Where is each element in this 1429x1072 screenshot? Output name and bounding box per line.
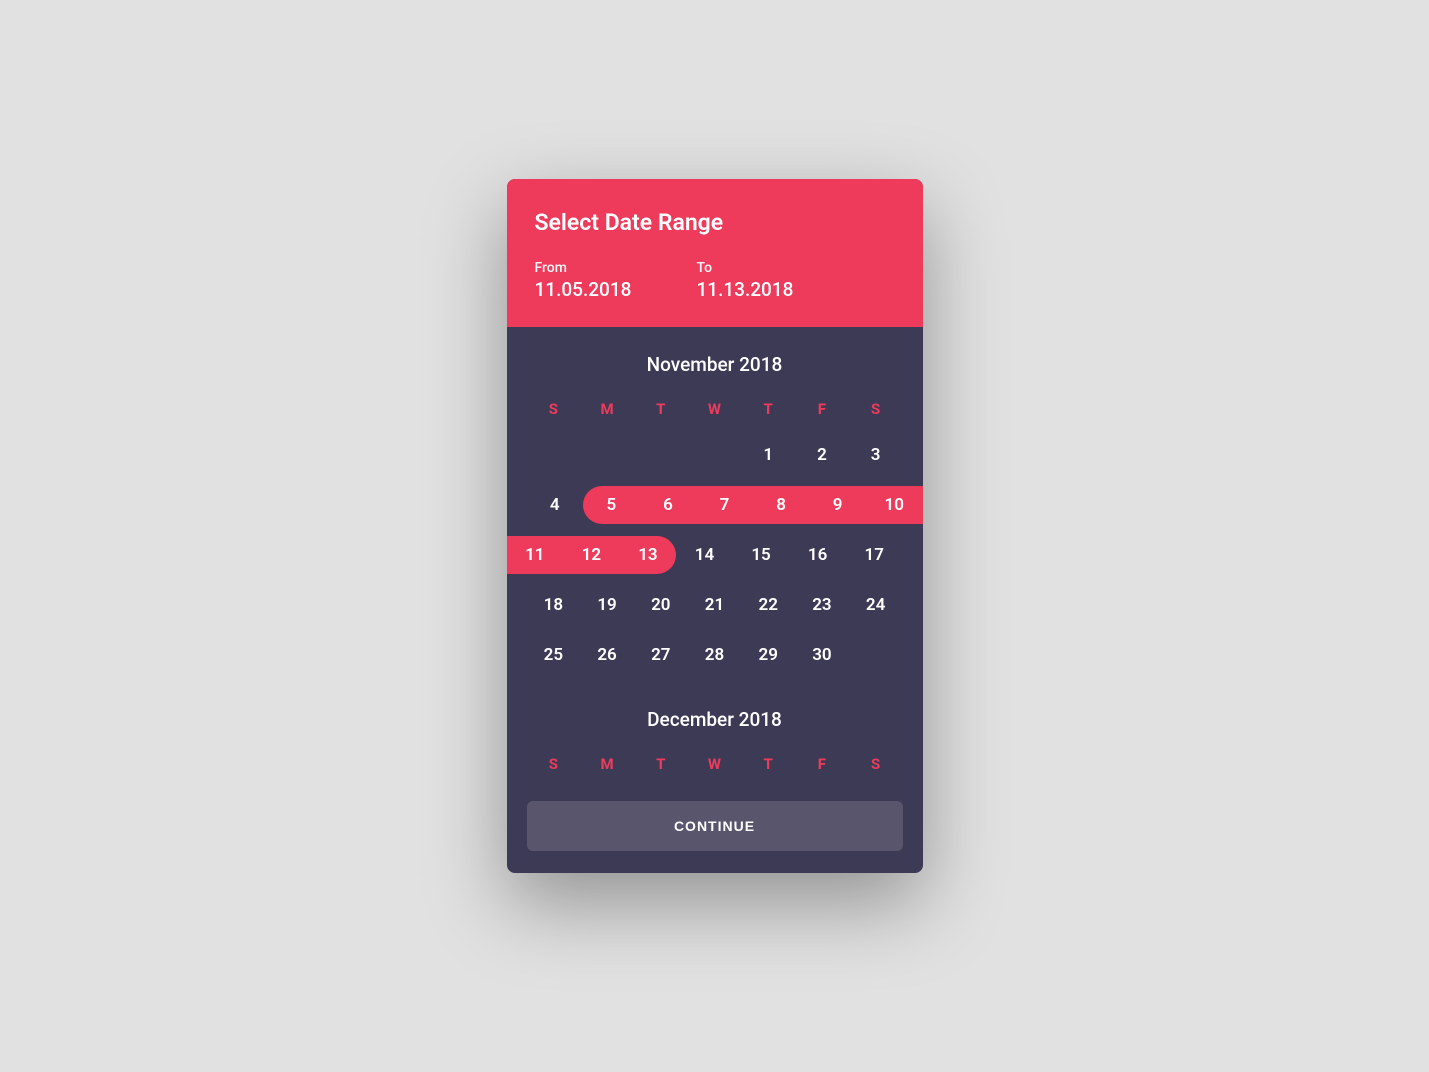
calendar-week: 45678910 (507, 482, 923, 528)
weekday-label: S (527, 749, 581, 783)
calendar-day[interactable]: 11 (507, 536, 564, 574)
from-field[interactable]: From 11.05.2018 (535, 260, 697, 301)
weekday-label: T (741, 394, 795, 428)
picker-header: Select Date Range From 11.05.2018 To 11.… (507, 179, 923, 327)
calendar-day[interactable]: 23 (795, 586, 849, 624)
calendar-day[interactable]: 3 (849, 436, 903, 474)
calendar-day[interactable]: 4 (527, 486, 584, 524)
weekday-label: S (527, 394, 581, 428)
from-label: From (535, 260, 697, 276)
calendar-day-empty (849, 636, 903, 674)
calendar-week: 11121314151617 (507, 532, 923, 578)
calendar-day[interactable]: 19 (580, 586, 634, 624)
calendar-day[interactable]: 6 (640, 486, 697, 524)
calendar-day-empty (688, 436, 742, 474)
calendar-day[interactable]: 15 (733, 536, 790, 574)
to-field[interactable]: To 11.13.2018 (697, 260, 859, 301)
weekday-label: S (849, 749, 903, 783)
month-title: December 2018 (507, 682, 923, 749)
calendar-day[interactable]: 18 (527, 586, 581, 624)
calendar-day-empty (527, 436, 581, 474)
weekday-label: W (688, 394, 742, 428)
calendar-day[interactable]: 28 (688, 636, 742, 674)
calendar-week: 252627282930 (507, 632, 923, 678)
weekday-label: M (580, 394, 634, 428)
from-value: 11.05.2018 (535, 278, 697, 301)
calendar-week: 18192021222324 (507, 582, 923, 628)
calendar-day[interactable]: 2 (795, 436, 849, 474)
weekday-label: S (849, 394, 903, 428)
calendar-day-empty (634, 436, 688, 474)
to-value: 11.13.2018 (697, 278, 859, 301)
weekday-label: F (795, 394, 849, 428)
weekday-label: F (795, 749, 849, 783)
to-label: To (697, 260, 859, 276)
range-summary: From 11.05.2018 To 11.13.2018 (535, 260, 895, 301)
weekday-header: SMTWTFS (507, 749, 923, 783)
calendar-day[interactable]: 9 (809, 486, 866, 524)
weekday-header: SMTWTFS (507, 394, 923, 428)
calendar-week: 123 (507, 432, 923, 478)
weekday-label: T (741, 749, 795, 783)
calendar-day[interactable]: 20 (634, 586, 688, 624)
calendar-day[interactable]: 29 (741, 636, 795, 674)
calendar-day[interactable]: 27 (634, 636, 688, 674)
weekday-label: W (688, 749, 742, 783)
weekday-label: M (580, 749, 634, 783)
calendar-day[interactable]: 13 (620, 536, 677, 574)
calendar-day[interactable]: 8 (753, 486, 810, 524)
calendar-day[interactable]: 17 (846, 536, 903, 574)
calendar-day[interactable]: 24 (849, 586, 903, 624)
weekday-label: T (634, 749, 688, 783)
calendar-day-empty (580, 436, 634, 474)
month-title: November 2018 (507, 327, 923, 394)
calendar-day[interactable]: 16 (789, 536, 846, 574)
calendar-day[interactable]: 12 (563, 536, 620, 574)
picker-title: Select Date Range (535, 209, 895, 236)
calendar-day[interactable]: 30 (795, 636, 849, 674)
date-range-picker: Select Date Range From 11.05.2018 To 11.… (507, 179, 923, 873)
calendar-day[interactable]: 14 (676, 536, 733, 574)
calendar-day[interactable]: 25 (527, 636, 581, 674)
continue-button[interactable]: CONTINUE (527, 801, 903, 851)
calendar-day[interactable]: 22 (741, 586, 795, 624)
calendar-day[interactable]: 21 (688, 586, 742, 624)
picker-body: November 2018SMTWTFS12345678910111213141… (507, 327, 923, 873)
calendar-day[interactable]: 7 (696, 486, 753, 524)
calendar-day[interactable]: 26 (580, 636, 634, 674)
calendar-day[interactable]: 10 (866, 486, 923, 524)
calendar-day[interactable]: 5 (583, 486, 640, 524)
weekday-label: T (634, 394, 688, 428)
calendar-day[interactable]: 1 (741, 436, 795, 474)
